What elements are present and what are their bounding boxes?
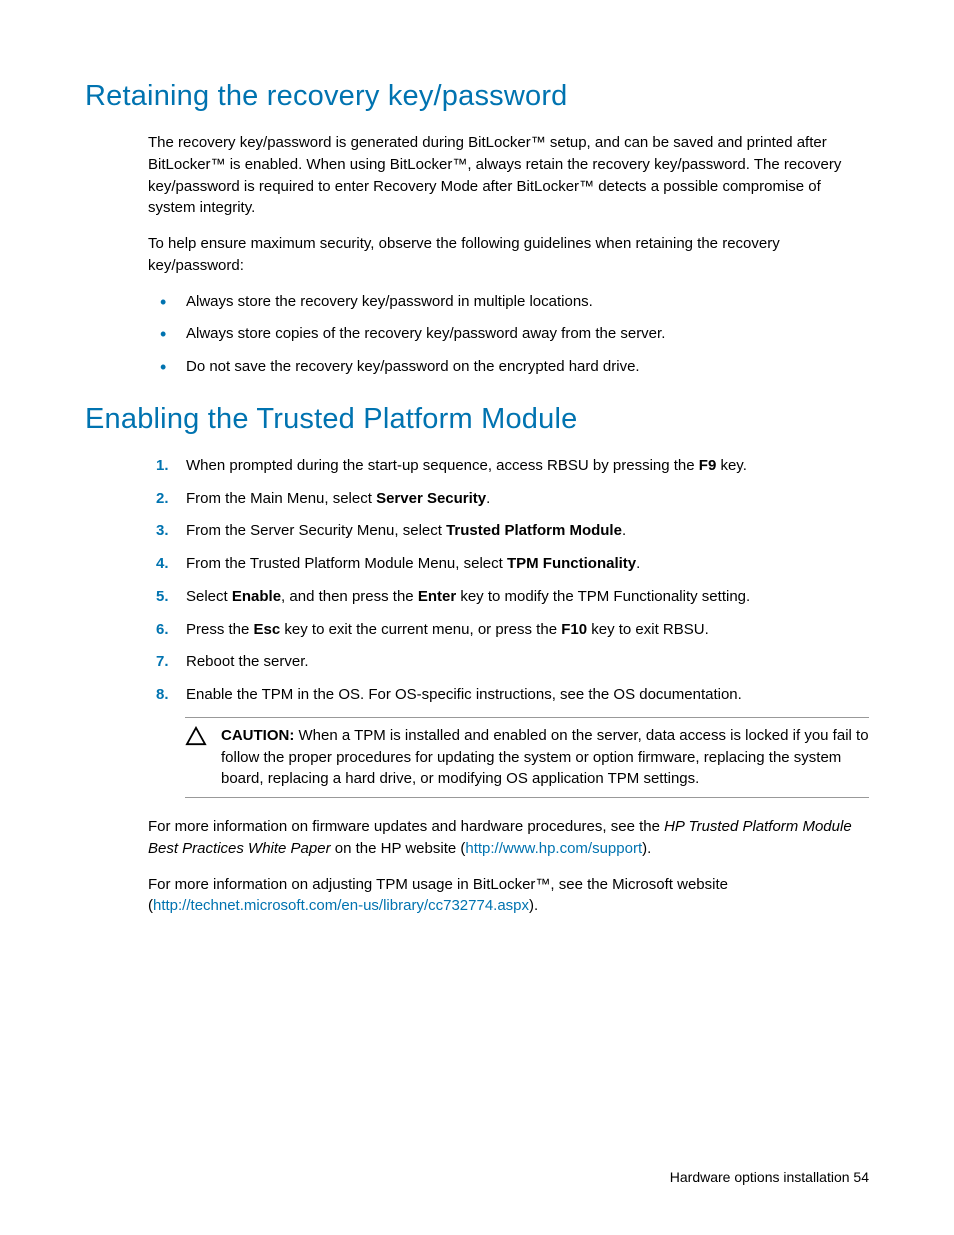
step-item: When prompted during the start-up sequen… xyxy=(148,455,869,477)
step-item: Select Enable, and then press the Enter … xyxy=(148,586,869,608)
numbered-steps: When prompted during the start-up sequen… xyxy=(148,455,869,706)
caution-text: CAUTION: When a TPM is installed and ena… xyxy=(221,725,869,790)
bullet-item: Do not save the recovery key/password on… xyxy=(148,356,869,378)
step-item: Enable the TPM in the OS. For OS-specifi… xyxy=(148,684,869,706)
microsoft-technet-link[interactable]: http://technet.microsoft.com/en-us/libra… xyxy=(153,897,529,914)
paragraph: The recovery key/password is generated d… xyxy=(148,132,869,219)
bullet-list: Always store the recovery key/password i… xyxy=(148,291,869,378)
step-item: From the Main Menu, select Server Securi… xyxy=(148,488,869,510)
step-item: Reboot the server. xyxy=(148,651,869,673)
page-footer: Hardware options installation 54 xyxy=(670,1167,869,1187)
step-item: Press the Esc key to exit the current me… xyxy=(148,619,869,641)
caution-callout: CAUTION: When a TPM is installed and ena… xyxy=(185,717,869,798)
step-item: From the Trusted Platform Module Menu, s… xyxy=(148,553,869,575)
bullet-item: Always store the recovery key/password i… xyxy=(148,291,869,313)
section-heading-tpm: Enabling the Trusted Platform Module xyxy=(85,398,869,440)
hp-support-link[interactable]: http://www.hp.com/support xyxy=(465,840,642,857)
caution-triangle-icon xyxy=(185,726,207,746)
step-item: From the Server Security Menu, select Tr… xyxy=(148,520,869,542)
bullet-item: Always store copies of the recovery key/… xyxy=(148,323,869,345)
paragraph: For more information on adjusting TPM us… xyxy=(148,874,869,918)
paragraph: To help ensure maximum security, observe… xyxy=(148,233,869,277)
section-heading-recovery: Retaining the recovery key/password xyxy=(85,75,869,117)
paragraph: For more information on firmware updates… xyxy=(148,816,869,860)
